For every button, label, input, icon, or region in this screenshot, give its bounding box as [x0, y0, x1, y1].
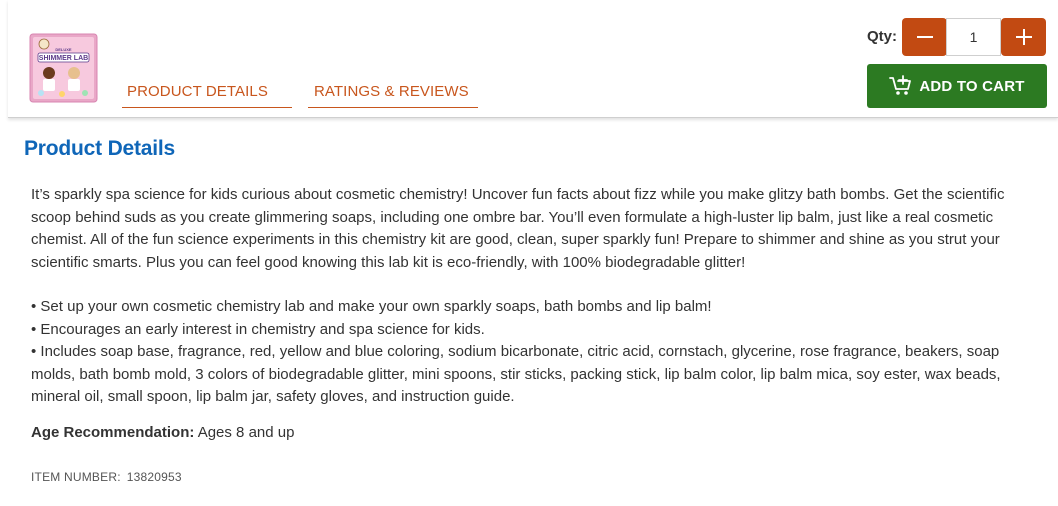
age-recommendation-value: Ages 8 and up [197, 424, 295, 441]
age-recommendation: Age Recommendation: Ages 8 and up [31, 424, 294, 441]
age-recommendation-label: Age Recommendation: [31, 424, 195, 441]
box-title-text: SHIMMER LAB [39, 55, 88, 62]
cart-plus-icon [889, 75, 913, 97]
qty-label: Qty: [867, 28, 897, 45]
feature-list: Set up your own cosmetic chemistry lab a… [31, 296, 1041, 409]
product-page: SHIMMER LAB DELUXE PRODUCT DETAILS RATIN… [0, 0, 1058, 506]
sticky-product-header: SHIMMER LAB DELUXE PRODUCT DETAILS RATIN… [8, 0, 1058, 118]
qty-input[interactable] [946, 18, 1001, 56]
minus-icon [916, 36, 933, 38]
product-thumbnail[interactable]: SHIMMER LAB DELUXE [29, 33, 98, 103]
add-to-cart-button[interactable]: ADD TO CART [867, 64, 1047, 108]
item-number-label: ITEM NUMBER: [31, 470, 121, 484]
tab-product-details[interactable]: PRODUCT DETAILS [122, 83, 292, 108]
tab-product-details-label: PRODUCT DETAILS [127, 83, 268, 100]
item-number: ITEM NUMBER: 13820953 [31, 470, 182, 484]
tab-ratings-reviews[interactable]: RATINGS & REVIEWS [308, 83, 478, 108]
section-title: Product Details [24, 137, 176, 160]
product-description: It’s sparkly spa science for kids curiou… [31, 186, 1005, 271]
box-subtitle-text: DELUXE [55, 47, 72, 52]
plus-icon [1015, 29, 1032, 45]
product-box-image: SHIMMER LAB DELUXE [29, 33, 98, 103]
qty-increase-button[interactable] [1001, 18, 1046, 56]
tab-ratings-reviews-label: RATINGS & REVIEWS [314, 83, 469, 100]
list-item: Encourages an early interest in chemistr… [31, 319, 1041, 342]
list-item: Set up your own cosmetic chemistry lab a… [31, 296, 1041, 319]
list-item: Includes soap base, fragrance, red, yell… [31, 341, 1041, 409]
add-to-cart-label: ADD TO CART [919, 77, 1025, 95]
qty-decrease-button[interactable] [902, 18, 947, 56]
item-number-value: 13820953 [126, 470, 182, 484]
